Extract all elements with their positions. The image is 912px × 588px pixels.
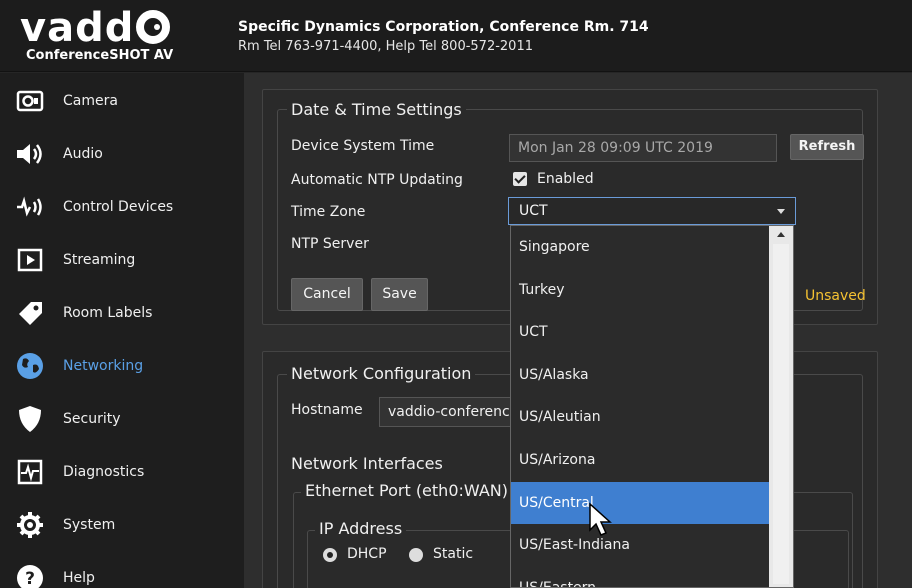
chevron-down-icon: [777, 209, 785, 214]
ntp-label: Automatic NTP Updating: [291, 172, 463, 188]
ntp-enabled-label: Enabled: [537, 171, 594, 187]
vaddio-logo: vadd: [20, 8, 171, 48]
control-devices-icon: [14, 191, 46, 223]
sidebar-item-label: Camera: [63, 92, 118, 109]
save-button[interactable]: Save: [371, 278, 428, 311]
ethernet-legend: Ethernet Port (eth0:WAN): [301, 481, 512, 500]
scrollbar-thumb[interactable]: [773, 244, 789, 584]
product-name: ConferenceSHOT AV: [26, 48, 174, 63]
timezone-option[interactable]: US/Aleutian: [511, 396, 770, 439]
sidebar-item-control-devices[interactable]: Control Devices: [0, 180, 244, 233]
device-time-label: Device System Time: [291, 138, 435, 154]
svg-text:?: ?: [25, 569, 35, 588]
network-legend: Network Configuration: [287, 364, 476, 383]
network-interfaces-heading: Network Interfaces: [291, 454, 443, 473]
unsaved-indicator: Unsaved: [805, 288, 866, 304]
sidebar-item-security[interactable]: Security: [0, 392, 244, 445]
room-name: Specific Dynamics Corporation, Conferenc…: [238, 19, 649, 35]
timezone-option[interactable]: US/Eastern: [511, 567, 770, 587]
shield-icon: [14, 403, 46, 435]
sidebar-item-system[interactable]: System: [0, 498, 244, 551]
timezone-selected-value: UCT: [519, 203, 548, 219]
mouse-cursor-icon: [589, 502, 612, 536]
sidebar-item-label: Help: [63, 569, 95, 586]
timezone-label: Time Zone: [291, 204, 366, 220]
dhcp-label: DHCP: [347, 546, 387, 562]
speaker-icon: [14, 138, 46, 170]
sidebar-item-label: Diagnostics: [63, 463, 145, 480]
gear-icon: [14, 509, 46, 541]
sidebar-item-networking[interactable]: Networking: [0, 339, 244, 392]
ntp-checkbox[interactable]: [513, 172, 527, 186]
sidebar-item-label: Control Devices: [63, 198, 174, 215]
sidebar-item-label: Streaming: [63, 251, 136, 268]
hostname-label: Hostname: [291, 402, 363, 418]
sidebar-item-label: System: [63, 516, 116, 533]
timezone-option[interactable]: Turkey: [511, 269, 770, 312]
refresh-button[interactable]: Refresh: [790, 134, 864, 160]
sidebar-item-help[interactable]: ? Help: [0, 551, 244, 588]
sidebar-item-audio[interactable]: Audio: [0, 127, 244, 180]
ntp-server-label: NTP Server: [291, 236, 369, 252]
sidebar-item-label: Networking: [63, 357, 144, 374]
datetime-legend: Date & Time Settings: [287, 100, 466, 119]
static-label: Static: [433, 546, 474, 562]
room-phone: Rm Tel 763-971-4400, Help Tel 800-572-20…: [238, 39, 533, 54]
cancel-button[interactable]: Cancel: [291, 278, 363, 311]
sidebar: Camera Audio Control Devices Streaming R…: [0, 73, 244, 588]
timezone-dropdown[interactable]: Singapore Turkey UCT US/Alaska US/Aleutian US…: [510, 225, 794, 588]
timezone-select[interactable]: UCT: [508, 197, 796, 225]
timezone-option[interactable]: US/Arizona: [511, 439, 770, 482]
ip-legend: IP Address: [315, 519, 407, 538]
camera-icon: [14, 85, 46, 117]
sidebar-item-label: Security: [63, 410, 121, 427]
sidebar-item-camera[interactable]: Camera: [0, 74, 244, 127]
dhcp-radio[interactable]: [323, 548, 337, 562]
main-content: Date & Time Settings Device System Time …: [244, 73, 912, 588]
app-header: vadd ConferenceSHOT AV Specific Dynamics…: [0, 0, 912, 72]
timezone-option[interactable]: US/Alaska: [511, 354, 770, 397]
sidebar-item-label: Room Labels: [63, 304, 153, 321]
timezone-option[interactable]: UCT: [511, 311, 770, 354]
static-radio[interactable]: [409, 548, 423, 562]
sidebar-item-label: Audio: [63, 145, 103, 162]
globe-icon: [14, 350, 46, 382]
sidebar-item-streaming[interactable]: Streaming: [0, 233, 244, 286]
timezone-option[interactable]: US/East-Indiana: [511, 524, 770, 567]
pulse-icon: [14, 456, 46, 488]
sidebar-item-room-labels[interactable]: Room Labels: [0, 286, 244, 339]
device-time-field[interactable]: Mon Jan 28 09:09 UTC 2019: [509, 134, 777, 162]
tag-icon: [14, 297, 46, 329]
timezone-option-list: Singapore Turkey UCT US/Alaska US/Aleutian US…: [511, 226, 770, 587]
hostname-input[interactable]: vaddio-conference: [379, 397, 519, 427]
dropdown-scrollbar[interactable]: [769, 226, 793, 587]
timezone-option[interactable]: Singapore: [511, 226, 770, 269]
logo-o-mark: [136, 10, 171, 44]
play-icon: [14, 244, 46, 276]
timezone-option[interactable]: US/Central: [511, 481, 770, 525]
scroll-up-icon[interactable]: [777, 232, 785, 237]
help-icon: ?: [14, 562, 46, 588]
sidebar-item-diagnostics[interactable]: Diagnostics: [0, 445, 244, 498]
